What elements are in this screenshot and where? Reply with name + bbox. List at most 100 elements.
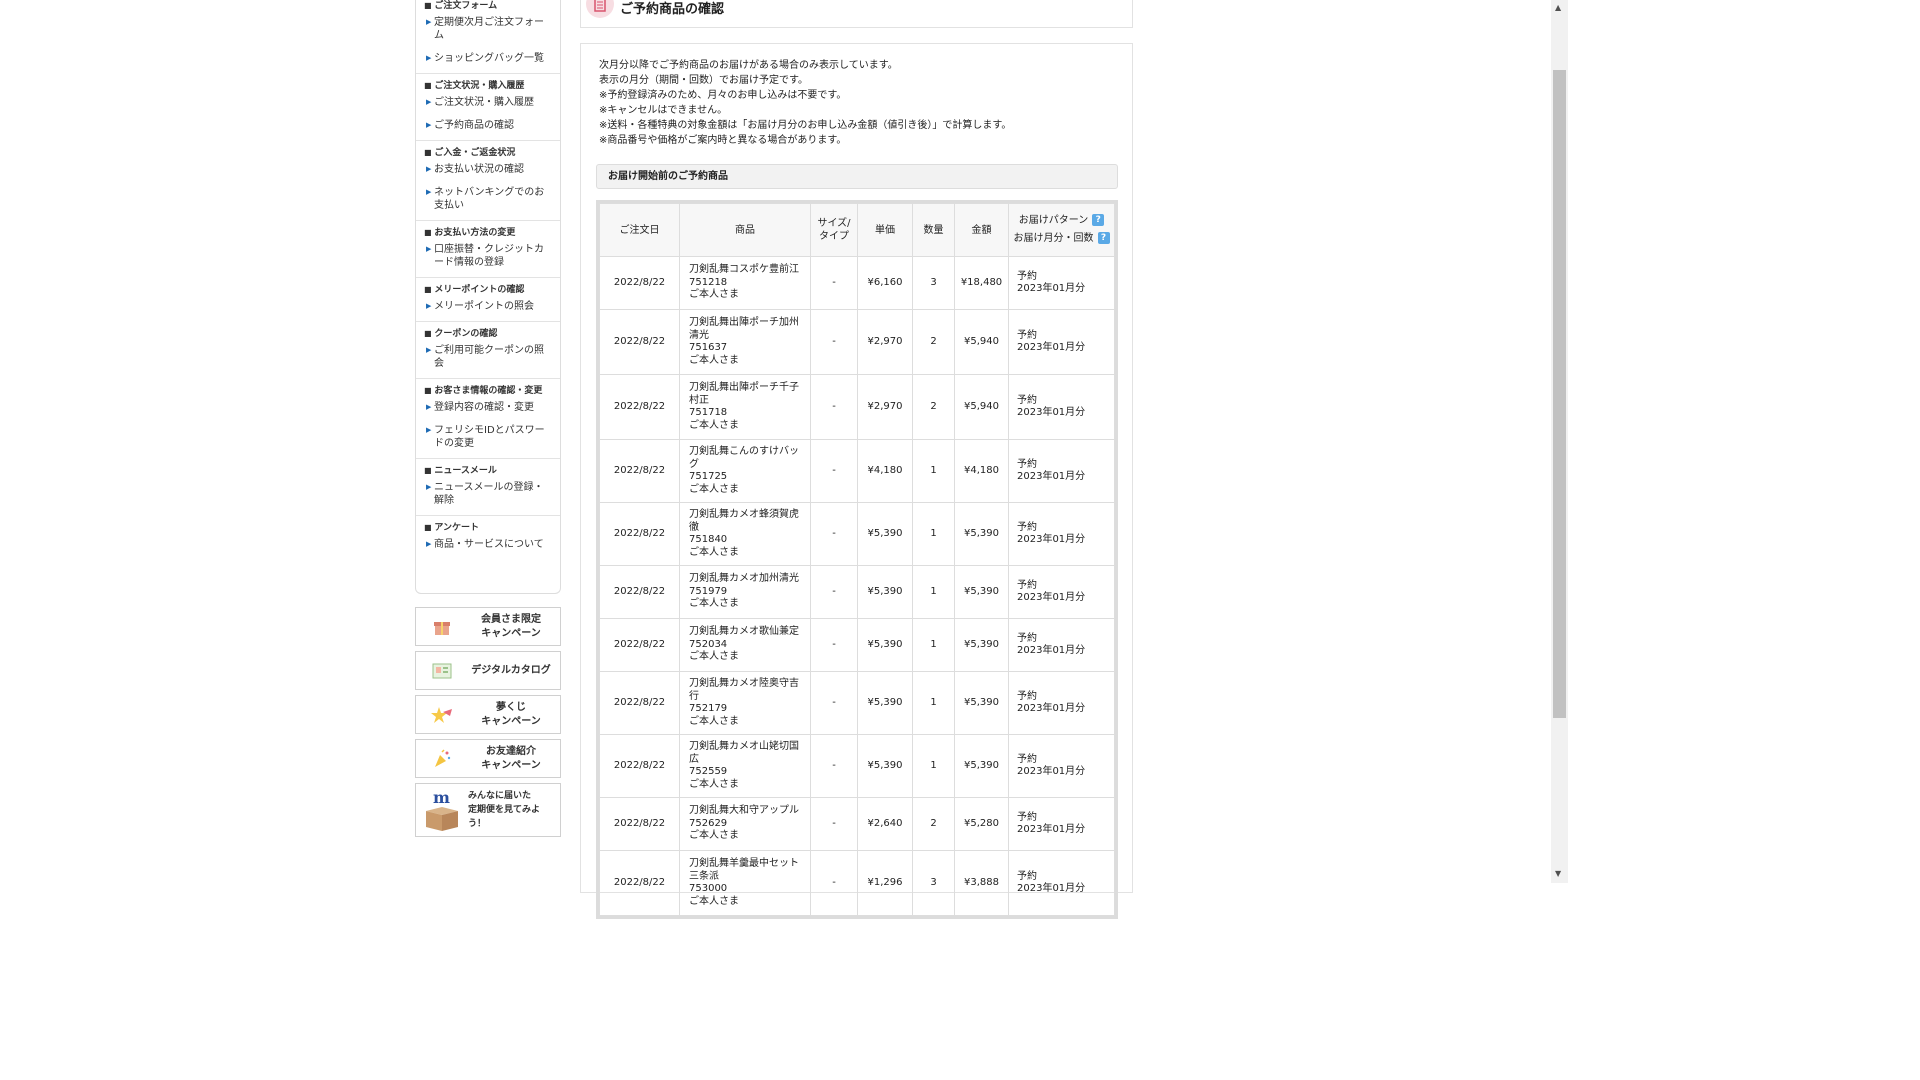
delivery-cell: 予約 2023年01月分 <box>1008 439 1115 503</box>
recipient: ご本人さま <box>689 289 739 301</box>
sidebar-link-merry-points[interactable]: ▶ メリーポイントの照会 <box>426 300 560 313</box>
recipient: ご本人さま <box>689 419 739 431</box>
product-code: 752629 <box>689 817 728 829</box>
size-cell: - <box>810 850 858 916</box>
product-cell: 刀剣乱舞カメオ山姥切国広 752559 ご本人さま <box>679 734 811 798</box>
arrow-right-icon: ▶ <box>426 302 432 310</box>
recipient: ご本人さま <box>689 598 739 610</box>
table-row: 2022/8/22 刀剣乱舞羊羹最中セット三条派 753000 ご本人さま - ¥1,29… <box>599 850 1115 916</box>
scrollbar[interactable]: ▲ ▼ <box>1551 0 1568 883</box>
product-name: 刀剣乱舞こんのすけバッグ <box>689 446 799 470</box>
order-date-cell: 2022/8/22 <box>599 256 680 310</box>
product-code: 753000 <box>689 883 728 894</box>
arrow-right-icon: ▶ <box>426 188 432 196</box>
party-icon <box>416 748 468 769</box>
product-name: 刀剣乱舞カメオ蜂須賀虎徹 <box>689 509 799 533</box>
section-heading: お届け開始前のご予約商品 <box>596 164 1118 189</box>
member-campaign-banner[interactable]: 会員さま限定 キャンペーン <box>415 607 561 646</box>
sidebar-heading: お支払い方法の変更 <box>424 227 560 239</box>
sidebar-menu: ご注文フォーム ▶定期便次月ご注文フォーム ▶ショッピングバッグ一覧 ご注文状況… <box>415 0 561 594</box>
unit-price-cell: ¥5,390 <box>857 618 913 672</box>
unit-price-cell: ¥1,296 <box>857 850 913 916</box>
digital-catalog-banner[interactable]: デジタルカタログ <box>415 651 561 690</box>
delivery-pattern: 予約 <box>1017 521 1037 533</box>
size-cell: - <box>810 565 858 619</box>
scroll-up-icon[interactable]: ▲ <box>1555 3 1561 12</box>
order-date-cell: 2022/8/22 <box>599 734 680 798</box>
help-icon[interactable]: ? <box>1092 214 1105 226</box>
size-cell: - <box>810 734 858 798</box>
recipient: ご本人さま <box>689 651 739 663</box>
reservation-table-wrapper: ご注文日 商品 サイズ/タイプ 単価 数量 金額 お届けパターン? お届け月分・… <box>596 200 1118 919</box>
sidebar-link-account-info[interactable]: ▶ 登録内容の確認・変更 <box>426 401 560 414</box>
sidebar-heading: ご注文状況・購入履歴 <box>424 80 560 92</box>
size-cell: - <box>810 374 858 440</box>
amount-cell: ¥5,280 <box>954 797 1009 851</box>
qty-cell: 1 <box>912 439 955 503</box>
product-code: 752179 <box>689 703 728 714</box>
amount-cell: ¥5,390 <box>954 618 1009 672</box>
delivery-month: 2023年01月分 <box>1017 592 1086 603</box>
recipient: ご本人さま <box>689 715 739 727</box>
qty-cell: 1 <box>912 734 955 798</box>
product-name: 刀剣乱舞コスポケ豊前江 <box>689 264 799 276</box>
sidebar-link-payment-method[interactable]: ▶ 口座振替・クレジットカード情報の登録 <box>426 243 560 269</box>
delivery-cell: 予約 2023年01月分 <box>1008 734 1115 798</box>
product-cell: 刀剣乱舞カメオ陸奥守吉行 752179 ご本人さま <box>679 671 811 735</box>
delivery-month: 2023年01月分 <box>1017 703 1086 714</box>
sidebar-link-survey[interactable]: ▶ 商品・サービスについて <box>426 538 560 551</box>
product-cell: 刀剣乱舞カメオ歌仙兼定 752034 ご本人さま <box>679 618 811 672</box>
friend-referral-banner[interactable]: お友達紹介 キャンペーン <box>415 739 561 778</box>
delivery-month: 2023年01月分 <box>1017 283 1086 294</box>
size-cell: - <box>810 256 858 310</box>
qty-cell: 2 <box>912 797 955 851</box>
sidebar-link-payment-status[interactable]: ▶ お支払い状況の確認 <box>426 163 560 176</box>
sidebar-heading: ご入金・ご返金状況 <box>424 147 560 159</box>
delivery-pattern: 予約 <box>1017 870 1037 882</box>
table-row: 2022/8/22 刀剣乱舞こんのすけバッグ 751725 ご本人さま - ¥4,180 1… <box>599 439 1115 503</box>
delivery-month: 2023年01月分 <box>1017 342 1086 353</box>
table-header-row: ご注文日 商品 サイズ/タイプ 単価 数量 金額 お届けパターン? お届け月分・… <box>599 203 1115 257</box>
note-line: ※送料・各種特典の対象金額は「お届け月分のお申し込み金額（値引き後）」で計算しま… <box>599 120 1012 131</box>
sidebar-link-reserved-items[interactable]: ▶ ご予約商品の確認 <box>426 119 560 132</box>
sidebar-link-newsmail[interactable]: ▶ ニュースメールの登録・解除 <box>426 481 560 507</box>
star-icon <box>416 706 468 724</box>
banner-text: 会員さま限定 キャンペーン <box>481 613 541 639</box>
product-code: 751718 <box>689 407 728 418</box>
table-row: 2022/8/22 刀剣乱舞カメオ陸奥守吉行 752179 ご本人さま - ¥5,390 1… <box>599 671 1115 735</box>
amount-cell: ¥5,390 <box>954 502 1009 566</box>
yumekuji-banner[interactable]: 夢くじ キャンペーン <box>415 695 561 734</box>
sidebar-link-order-history[interactable]: ▶ ご注文状況・購入履歴 <box>426 96 560 109</box>
recipient: ご本人さま <box>689 830 739 842</box>
order-date-cell: 2022/8/22 <box>599 565 680 619</box>
sidebar-link-net-banking[interactable]: ▶ ネットバンキングでのお支払い <box>426 186 560 212</box>
delivered-teikibin-banner[interactable]: m みんなに届いた 定期便を見てみよう！ <box>415 783 561 837</box>
sidebar-link-coupons[interactable]: ▶ ご利用可能クーポンの照会 <box>426 344 560 370</box>
sidebar-section: ニュースメール ▶ニュースメールの登録・解除 <box>416 459 560 516</box>
product-cell: 刀剣乱舞出陣ポーチ加州清光 751637 ご本人さま <box>679 309 811 375</box>
table-body: 2022/8/22 刀剣乱舞コスポケ豊前江 751218 ご本人さま - ¥6,160 3 ¥… <box>599 256 1115 916</box>
arrow-right-icon: ▶ <box>426 403 432 411</box>
banner-text: お友達紹介 キャンペーン <box>481 745 541 771</box>
delivery-cell: 予約 2023年01月分 <box>1008 671 1115 735</box>
unit-price-cell: ¥4,180 <box>857 439 913 503</box>
arrow-right-icon: ▶ <box>426 98 432 106</box>
size-cell: - <box>810 671 858 735</box>
scroll-down-icon[interactable]: ▼ <box>1555 869 1561 878</box>
sidebar-link-id-password[interactable]: ▶ フェリシモIDとパスワードの変更 <box>426 424 560 450</box>
unit-price-cell: ¥2,970 <box>857 374 913 440</box>
sidebar-link-monthly-order-form[interactable]: ▶ 定期便次月ご注文フォーム <box>426 16 560 42</box>
delivery-month: 2023年01月分 <box>1017 534 1086 545</box>
help-icon[interactable]: ? <box>1097 232 1110 244</box>
size-cell: - <box>810 439 858 503</box>
delivery-cell: 予約 2023年01月分 <box>1008 618 1115 672</box>
delivery-pattern: 予約 <box>1017 753 1037 765</box>
arrow-right-icon: ▶ <box>426 245 432 253</box>
order-date-cell: 2022/8/22 <box>599 797 680 851</box>
scroll-thumb[interactable] <box>1553 70 1566 718</box>
product-name: 刀剣乱舞カメオ加州清光 <box>689 573 799 585</box>
table-row: 2022/8/22 刀剣乱舞大和守アップル 752629 ご本人さま - ¥2,640 2 ¥… <box>599 797 1115 851</box>
table-row: 2022/8/22 刀剣乱舞カメオ蜂須賀虎徹 751840 ご本人さま - ¥5,390 1… <box>599 502 1115 566</box>
product-code: 751725 <box>689 471 728 482</box>
sidebar-link-shopping-bag[interactable]: ▶ ショッピングバッグ一覧 <box>426 52 560 65</box>
